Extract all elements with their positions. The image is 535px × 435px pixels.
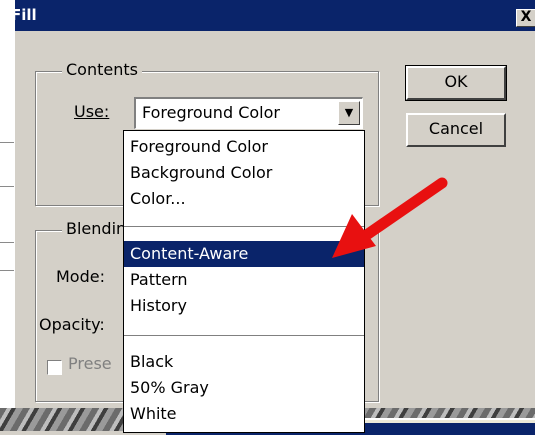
annotation-arrow-icon — [332, 177, 448, 258]
arrow-shaft — [362, 177, 448, 240]
